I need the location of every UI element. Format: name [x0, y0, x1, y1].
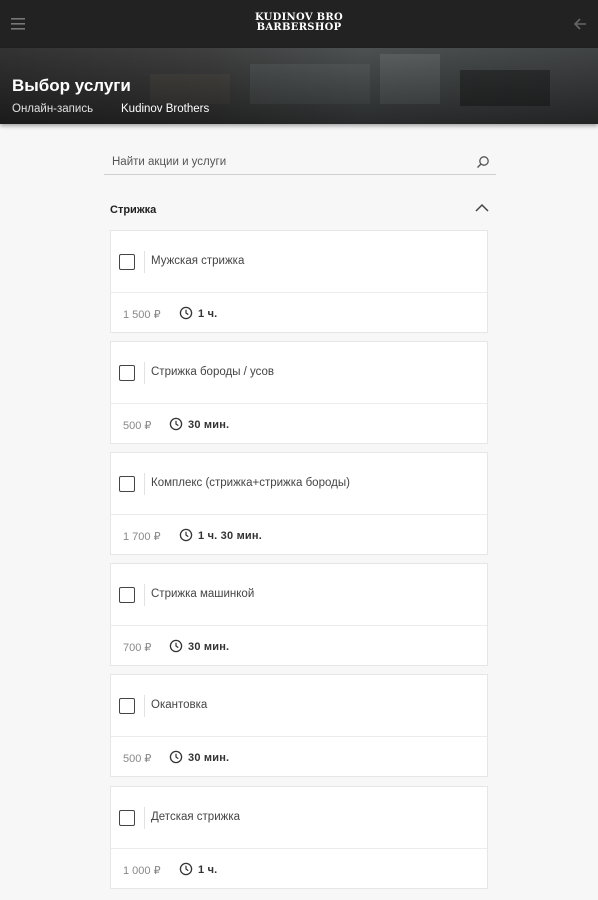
chevron-up-icon[interactable] — [474, 202, 490, 214]
service-name: Комплекс (стрижка+стрижка бороды) — [151, 477, 350, 489]
service-card[interactable]: Стрижка машинкой 700 ₽ 30 мин. — [110, 563, 488, 666]
section-header-haircut[interactable]: Стрижка — [110, 200, 490, 222]
service-checkbox[interactable] — [119, 476, 135, 492]
clock-icon — [169, 750, 183, 764]
service-duration: 1 ч. — [198, 864, 218, 876]
brand-logo: KUDINOV BRO BARBERSHOP — [0, 13, 598, 33]
service-card[interactable]: Окантовка 500 ₽ 30 мин. — [110, 674, 488, 777]
service-duration: 30 мин. — [188, 752, 230, 764]
service-price: 1 000 ₽ — [123, 865, 161, 877]
service-card-header: Стрижка бороды / усов — [111, 342, 487, 404]
service-duration: 30 мин. — [188, 419, 230, 431]
logo-line2: BARBERSHOP — [256, 22, 342, 33]
service-price: 700 ₽ — [123, 642, 152, 654]
service-card[interactable]: Детская стрижка 1 000 ₽ 1 ч. — [110, 786, 488, 889]
arrow-left-icon[interactable] — [570, 14, 590, 34]
section-title: Стрижка — [110, 204, 157, 216]
service-name: Стрижка бороды / усов — [151, 366, 275, 378]
service-card-header: Комплекс (стрижка+стрижка бороды) — [111, 453, 487, 515]
service-checkbox[interactable] — [119, 254, 135, 270]
service-name: Мужская стрижка — [151, 255, 245, 267]
divider — [144, 362, 145, 384]
service-card-header: Детская стрижка — [111, 787, 487, 849]
clock-icon — [179, 306, 193, 320]
divider — [144, 807, 145, 829]
service-card-header: Окантовка — [111, 675, 487, 737]
search-bar — [104, 151, 496, 175]
service-price: 500 ₽ — [123, 753, 152, 765]
divider — [144, 251, 145, 273]
clock-icon — [179, 528, 193, 542]
service-card[interactable]: Комплекс (стрижка+стрижка бороды) 1 700 ₽… — [110, 452, 488, 555]
breadcrumb-online-booking[interactable]: Онлайн-запись — [12, 103, 93, 115]
service-name: Детская стрижка — [151, 811, 241, 823]
service-price: 500 ₽ — [123, 420, 152, 432]
hero-banner: Выбор услуги Онлайн-запись Kudinov Broth… — [0, 48, 598, 124]
service-checkbox[interactable] — [119, 587, 135, 603]
service-checkbox[interactable] — [119, 365, 135, 381]
search-icon[interactable] — [476, 155, 490, 169]
service-checkbox[interactable] — [119, 810, 135, 826]
service-checkbox[interactable] — [119, 698, 135, 714]
breadcrumb-salon[interactable]: Kudinov Brothers — [121, 103, 209, 115]
page-title: Выбор услуги — [12, 76, 131, 95]
divider — [144, 473, 145, 495]
service-duration: 1 ч. — [198, 308, 218, 320]
service-card-header: Мужская стрижка — [111, 231, 487, 293]
service-price: 1 500 ₽ — [123, 309, 161, 321]
search-input[interactable] — [112, 156, 452, 168]
service-card[interactable]: Мужская стрижка 1 500 ₽ 1 ч. — [110, 230, 488, 333]
clock-icon — [169, 417, 183, 431]
clock-icon — [179, 862, 193, 876]
service-card[interactable]: Стрижка бороды / усов 500 ₽ 30 мин. — [110, 341, 488, 444]
clock-icon — [169, 639, 183, 653]
divider — [144, 695, 145, 717]
service-duration: 1 ч. 30 мин. — [198, 530, 262, 542]
service-price: 1 700 ₽ — [123, 531, 161, 543]
service-name: Стрижка машинкой — [151, 588, 255, 600]
service-name: Окантовка — [151, 699, 208, 711]
divider — [144, 584, 145, 606]
service-card-header: Стрижка машинкой — [111, 564, 487, 626]
app-bar: KUDINOV BRO BARBERSHOP — [0, 0, 598, 48]
service-duration: 30 мин. — [188, 641, 230, 653]
